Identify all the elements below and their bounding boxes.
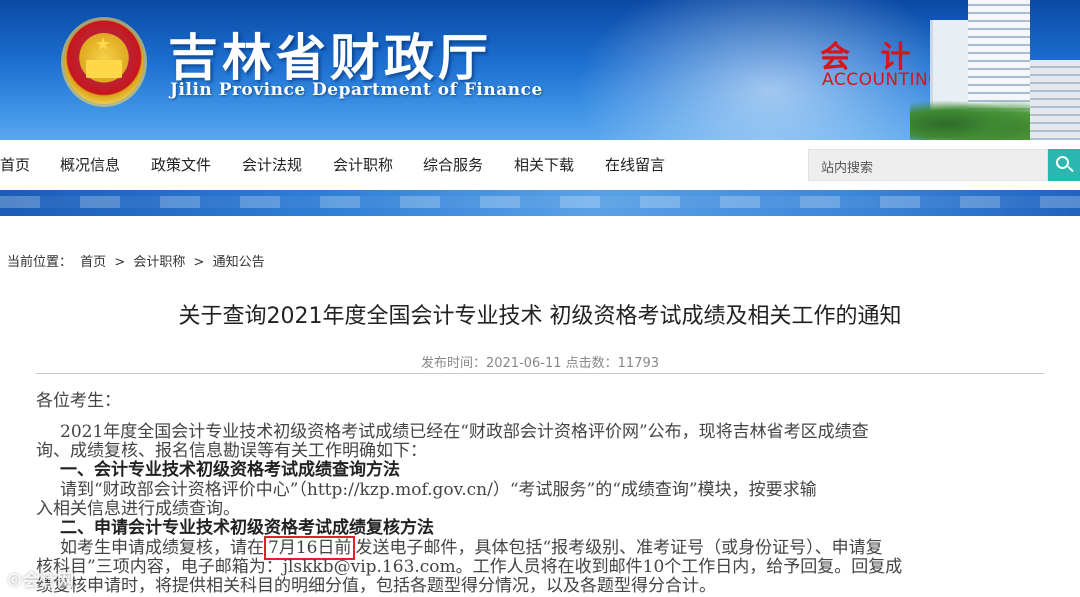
- nav-item-overview[interactable]: 概况信息: [60, 154, 120, 175]
- nav-item-accounting-title[interactable]: 会计职称: [333, 154, 393, 175]
- stripe-pattern: [0, 196, 1080, 208]
- breadcrumb-home[interactable]: 首页: [80, 255, 106, 270]
- breadcrumb-prefix: 当前位置：: [7, 255, 73, 270]
- breadcrumb-accounting-title[interactable]: 会计职称: [133, 255, 185, 270]
- article-meta: 发布时间：2021-06-11 点击数：11793: [420, 356, 660, 371]
- paragraph-line: 询、成绩复核、报名信息勘误等有关工作明确如下：: [36, 441, 427, 461]
- divider: [36, 373, 1044, 374]
- nav-item-downloads[interactable]: 相关下载: [514, 154, 574, 175]
- decorative-stripe: [0, 190, 1080, 216]
- nav-item-services[interactable]: 综合服务: [423, 154, 483, 175]
- nav-item-policy[interactable]: 政策文件: [151, 154, 211, 175]
- paragraph-line: 2021年度全国会计专业技术初级资格考试成绩已经在“财政部会计资格评价网”公布，…: [60, 422, 869, 442]
- site-subtitle: Jilin Province Department of Finance: [170, 80, 543, 100]
- watermark: ©会计网: [6, 571, 74, 591]
- paragraph-text: 发送电子邮件，具体包括“报考级别、准考证号（或身份证号）、申请复: [355, 538, 883, 558]
- breadcrumb-notices[interactable]: 通知公告: [213, 255, 265, 270]
- trees-illustration: [910, 100, 1030, 140]
- building-illustration: [910, 0, 1080, 140]
- breadcrumb: 当前位置： 首页 > 会计职称 > 通知公告: [7, 251, 269, 270]
- paragraph-text: 如考生申请成绩复核，请在: [60, 538, 264, 558]
- nav-item-message[interactable]: 在线留言: [605, 154, 665, 175]
- accounting-logo-en: ACCOUNTING: [822, 70, 942, 90]
- paragraph-line: 入相关信息进行成绩查询。: [36, 499, 240, 519]
- nav-item-accounting-law[interactable]: 会计法规: [242, 154, 302, 175]
- paragraph-line: 如考生申请成绩复核，请在 7月16日前 发送电子邮件，具体包括“报考级别、准考证号（…: [60, 536, 883, 560]
- search-input[interactable]: 站内搜索: [808, 149, 1048, 181]
- section-heading: 一、会计专业技术初级资格考试成绩查询方法: [60, 460, 400, 480]
- building-tower: [1030, 60, 1080, 140]
- star-icon: ★: [95, 34, 112, 55]
- header-banner: ★ 吉林省财政厅 Jilin Province Department of Fi…: [0, 0, 1080, 140]
- section-heading: 二、申请会计专业技术初级资格考试成绩复核方法: [60, 518, 434, 538]
- paragraph-line: 请到“财政部会计资格评价中心”（http://kzp.mof.gov.cn/）“…: [60, 480, 817, 500]
- breadcrumb-separator: >: [193, 255, 205, 270]
- search-button[interactable]: [1048, 149, 1080, 181]
- national-emblem-icon: ★: [64, 20, 144, 104]
- search-icon-handle: [1067, 165, 1074, 173]
- article-title: 关于查询2021年度全国会计专业技术 初级资格考试成绩及相关工作的通知: [178, 304, 902, 329]
- tiananmen-icon: [86, 60, 122, 78]
- paragraph-line: 绩复核申请时，将提供相关科目的明细分值，包括各题型得分情况，以及各题型得分合计。: [36, 576, 716, 596]
- nav-item-home[interactable]: 首页: [0, 154, 30, 175]
- greeting: 各位考生：: [36, 391, 121, 411]
- paragraph-line: 核科目”三项内容，电子邮箱为：jlskkb@vip.163.com。工作人员将在…: [36, 557, 903, 577]
- breadcrumb-separator: >: [114, 255, 126, 270]
